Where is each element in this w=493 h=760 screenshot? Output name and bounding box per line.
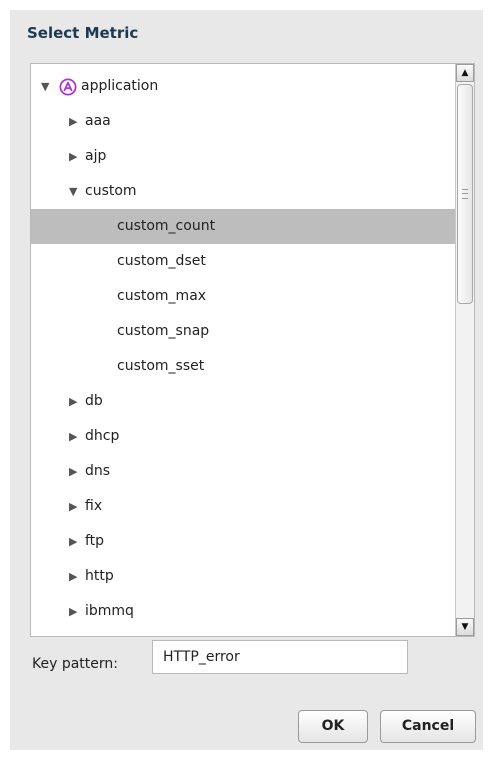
tree-item-label: custom_max <box>117 288 207 304</box>
tree-item-ftp[interactable]: ▶ ftp <box>31 524 456 559</box>
tree-item-label: custom_dset <box>117 253 206 269</box>
tree-item-label: ftp <box>85 533 105 549</box>
expanded-arrow-icon[interactable]: ▼ <box>69 174 77 209</box>
tree-item-label: fix <box>85 498 103 514</box>
tree-item-label: custom_snap <box>117 323 210 339</box>
tree-item-custom[interactable]: ▼ custom <box>31 174 456 209</box>
collapsed-arrow-icon[interactable]: ▶ <box>69 454 77 489</box>
tree-item-custom-max[interactable]: custom_max <box>31 279 456 314</box>
collapsed-arrow-icon[interactable]: ▶ <box>69 559 77 594</box>
scroll-down-arrow-icon[interactable]: ▼ <box>456 618 474 636</box>
tree-item-label: custom <box>85 183 137 199</box>
tree-item-http[interactable]: ▶ http <box>31 559 456 594</box>
tree-item-label: custom_count <box>117 218 216 234</box>
tree-item-custom-snap[interactable]: custom_snap <box>31 314 456 349</box>
tree-item-label: db <box>85 393 103 409</box>
tree-item-label: dhcp <box>85 428 120 444</box>
tree-item-label: ajp <box>85 148 107 164</box>
key-pattern-input[interactable] <box>152 640 408 674</box>
dialog-title: Select Metric <box>27 24 139 42</box>
tree-item-label: ibmmq <box>85 603 134 619</box>
metric-tree[interactable]: ▼ application ▶ aaa ▶ ajp ▼ custom custo… <box>30 63 475 637</box>
tree-item-dhcp[interactable]: ▶ dhcp <box>31 419 456 454</box>
collapsed-arrow-icon[interactable]: ▶ <box>69 104 77 139</box>
collapsed-arrow-icon[interactable]: ▶ <box>69 139 77 174</box>
tree-item-db[interactable]: ▶ db <box>31 384 456 419</box>
tree-item-ibmmq[interactable]: ▶ ibmmq <box>31 594 456 629</box>
collapsed-arrow-icon[interactable]: ▶ <box>69 419 77 454</box>
tree-item-fix[interactable]: ▶ fix <box>31 489 456 524</box>
tree-item-dns[interactable]: ▶ dns <box>31 454 456 489</box>
tree-item-label: application <box>81 78 159 94</box>
tree-item-application[interactable]: ▼ application <box>31 69 456 104</box>
scrollbar-grip-icon <box>462 189 468 199</box>
scrollbar-thumb[interactable] <box>457 84 473 304</box>
key-pattern-label: Key pattern: <box>32 656 118 672</box>
tree-scrollbar[interactable]: ▲ ▼ <box>455 64 474 636</box>
tree-item-custom-dset[interactable]: custom_dset <box>31 244 456 279</box>
collapsed-arrow-icon[interactable]: ▶ <box>69 489 77 524</box>
tree-item-label: http <box>85 568 114 584</box>
tree-item-label: dns <box>85 463 111 479</box>
tree-item-label: aaa <box>85 113 111 129</box>
tree-item-aaa[interactable]: ▶ aaa <box>31 104 456 139</box>
cancel-button[interactable]: Cancel <box>380 710 476 743</box>
ok-button[interactable]: OK <box>298 710 368 743</box>
collapsed-arrow-icon[interactable]: ▶ <box>69 594 77 629</box>
scroll-up-arrow-icon[interactable]: ▲ <box>456 64 474 82</box>
collapsed-arrow-icon[interactable]: ▶ <box>69 384 77 419</box>
expanded-arrow-icon[interactable]: ▼ <box>41 69 49 104</box>
select-metric-dialog: Select Metric ▼ application ▶ aaa ▶ ajp … <box>10 10 483 750</box>
collapsed-arrow-icon[interactable]: ▶ <box>69 524 77 559</box>
tree-item-custom-sset[interactable]: custom_sset <box>31 349 456 384</box>
tree-item-ajp[interactable]: ▶ ajp <box>31 139 456 174</box>
application-circle-a-icon <box>59 78 77 96</box>
tree-item-custom-count[interactable]: custom_count <box>31 209 456 244</box>
tree-item-label: custom_sset <box>117 358 205 374</box>
